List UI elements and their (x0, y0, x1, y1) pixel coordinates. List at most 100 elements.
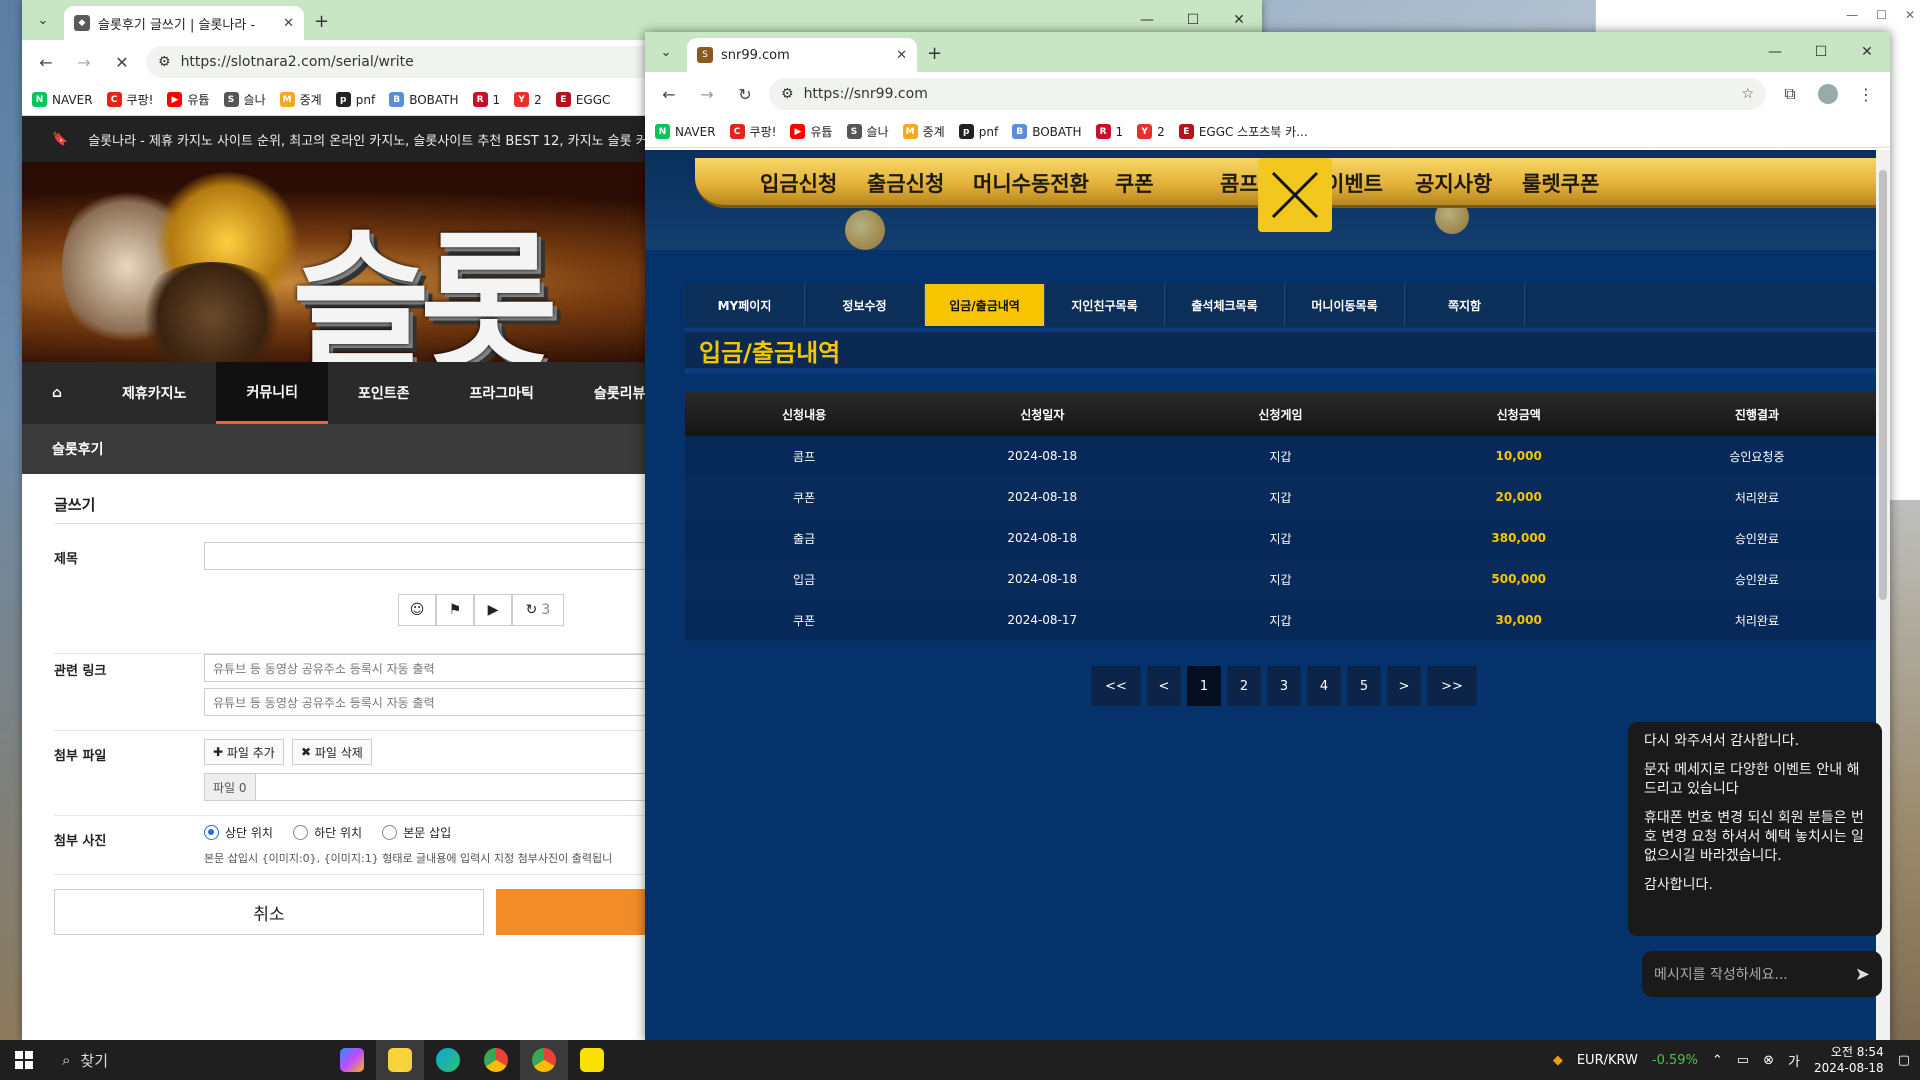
delete-file-button[interactable]: ✖ 파일 삭제 (292, 739, 372, 765)
bookmark-item[interactable]: p pnf (335, 92, 375, 107)
tab-search-button[interactable]: ⌄ (28, 6, 58, 34)
top-menu-item[interactable]: 룰렛쿠폰 (1522, 168, 1599, 198)
close-icon[interactable]: ✕ (1905, 8, 1915, 22)
page-next-button[interactable]: > (1387, 666, 1421, 706)
mypage-tab[interactable]: 입금/출금내역 (925, 284, 1045, 326)
add-file-button[interactable]: ✚ 파일 추가 (204, 739, 284, 765)
bookmark-item[interactable]: Y2 (1137, 124, 1165, 139)
new-tab-button[interactable]: + (927, 43, 942, 64)
bookmark-icon[interactable]: 🔖 (52, 132, 68, 147)
radio-top[interactable]: 상단 위치 (204, 824, 273, 841)
send-icon[interactable]: ➤ (1855, 964, 1870, 985)
minimize-icon[interactable]: — (1752, 32, 1798, 72)
cancel-button[interactable]: 취소 (54, 889, 484, 935)
menu-kebab-icon[interactable]: ⋮ (1852, 80, 1880, 108)
tab-close-icon[interactable]: ✕ (896, 48, 907, 63)
flag-icon[interactable]: ⚑ (436, 594, 474, 626)
tray-chevron-icon[interactable]: ⌃ (1712, 1053, 1723, 1068)
bookmark-item[interactable]: M 중계 (902, 123, 945, 140)
radio-inline[interactable]: 본문 삽입 (382, 824, 451, 841)
browser-tab-active[interactable]: ◆ 슬롯후기 글쓰기 | 슬롯나라 - ✕ (64, 6, 304, 40)
bookmark-item[interactable]: B BOBATH (389, 92, 459, 107)
bookmark-item[interactable]: R1 (1095, 124, 1123, 139)
ime-icon[interactable]: 가 (1788, 1051, 1800, 1070)
refresh-counter[interactable]: ↻ 3 (512, 594, 564, 626)
bookmark-item[interactable]: S 슬나 (846, 123, 889, 140)
copilot-app-icon[interactable] (328, 1040, 376, 1080)
close-icon[interactable]: ✕ (1844, 32, 1890, 72)
mypage-tab[interactable]: 쪽지함 (1405, 284, 1525, 326)
bookmark-item[interactable]: N NAVER (655, 124, 716, 139)
scrollbar-thumb[interactable] (1879, 170, 1887, 600)
tab-search-button[interactable]: ⌄ (651, 38, 681, 66)
nav-item-pragmatic[interactable]: 프라그마틱 (440, 362, 564, 424)
new-tab-button[interactable]: + (314, 11, 329, 32)
top-menu-item[interactable]: 공지사항 (1415, 168, 1492, 198)
page-number-button[interactable]: 4 (1307, 666, 1341, 706)
mypage-tab[interactable]: 머니이동목록 (1285, 284, 1405, 326)
mypage-tab[interactable]: 정보수정 (805, 284, 925, 326)
reload-icon[interactable]: ↻ (731, 80, 759, 108)
profile-avatar[interactable] (1814, 80, 1842, 108)
page-prev-button[interactable]: < (1147, 666, 1181, 706)
top-menu-item[interactable]: 쿠폰 (1115, 168, 1154, 198)
popup-close-button[interactable] (1258, 158, 1332, 232)
bookmark-item[interactable]: Y2 (514, 92, 542, 107)
chrome-app-icon[interactable] (472, 1040, 520, 1080)
bookmark-item[interactable]: N NAVER (32, 92, 93, 107)
stop-loading-icon[interactable]: ✕ (108, 48, 136, 76)
taskbar-search[interactable]: ⌕ 찾기 (48, 1040, 328, 1080)
page-number-button[interactable]: 5 (1347, 666, 1381, 706)
video-icon[interactable]: ▶ (474, 594, 512, 626)
home-icon[interactable]: ⌂ (22, 362, 92, 424)
top-menu-item[interactable]: 출금신청 (867, 168, 944, 198)
back-arrow-icon[interactable]: ← (655, 80, 683, 108)
top-menu-item[interactable]: 입금신청 (760, 168, 837, 198)
bookmark-item[interactable]: C 쿠팡! (106, 91, 153, 108)
sticky-notes-app-icon[interactable] (376, 1040, 424, 1080)
top-menu-item[interactable]: 이벤트 (1325, 168, 1383, 198)
currency-pair[interactable]: EUR/KRW (1577, 1053, 1638, 1068)
chrome-app-icon-2[interactable] (520, 1040, 568, 1080)
top-menu-item[interactable]: 머니수동전환 (973, 168, 1089, 198)
nav-item-community[interactable]: 커뮤니티 (216, 362, 328, 424)
mypage-tab[interactable]: MY페이지 (685, 284, 805, 326)
bookmark-item[interactable]: ▶ 유튭 (790, 123, 833, 140)
page-number-button[interactable]: 2 (1227, 666, 1261, 706)
site-info-icon[interactable]: ⚙ (158, 54, 171, 70)
forward-arrow-icon[interactable]: → (693, 80, 721, 108)
address-bar[interactable]: ⚙ https://snr99.com ☆ (769, 78, 1766, 110)
maximize-icon[interactable]: ☐ (1876, 8, 1887, 22)
back-arrow-icon[interactable]: ← (32, 48, 60, 76)
page-number-button[interactable]: 3 (1267, 666, 1301, 706)
volume-icon[interactable]: ⊗ (1763, 1053, 1774, 1068)
notification-icon[interactable]: ▢ (1898, 1053, 1910, 1068)
windows-start-button[interactable] (0, 1040, 48, 1080)
nav-item-point[interactable]: 포인트존 (328, 362, 440, 424)
bookmark-item[interactable]: M 중계 (279, 91, 322, 108)
minimize-icon[interactable]: — (1846, 8, 1858, 22)
extensions-icon[interactable]: ⧉ (1776, 80, 1804, 108)
bookmark-item[interactable]: E EGGC 스포츠북 카... (1178, 123, 1308, 140)
page-number-button[interactable]: 1 (1187, 666, 1221, 706)
bookmark-star-icon[interactable]: ☆ (1741, 86, 1754, 102)
tab-close-icon[interactable]: ✕ (283, 16, 294, 31)
maximize-icon[interactable]: ☐ (1798, 32, 1844, 72)
bookmark-item[interactable]: p pnf (958, 124, 998, 139)
bookmark-item[interactable]: B BOBATH (1012, 124, 1082, 139)
network-icon[interactable]: ▭ (1737, 1053, 1749, 1068)
chat-input-box[interactable]: 메시지를 작성하세요... ➤ (1642, 951, 1882, 997)
bookmark-item[interactable]: S 슬나 (223, 91, 266, 108)
forward-arrow-icon[interactable]: → (70, 48, 98, 76)
bookmark-item[interactable]: ▶ 유튭 (167, 91, 210, 108)
edge-app-icon[interactable] (424, 1040, 472, 1080)
mypage-tab[interactable]: 지인친구목록 (1045, 284, 1165, 326)
page-last-button[interactable]: >> (1427, 666, 1477, 706)
site-info-icon[interactable]: ⚙ (781, 86, 794, 102)
browser-tab-active[interactable]: S snr99.com ✕ (687, 38, 917, 72)
bookmark-item[interactable]: C 쿠팡! (729, 123, 776, 140)
mypage-tab[interactable]: 출석체크목록 (1165, 284, 1285, 326)
currency-widget-icon[interactable]: ◆ (1553, 1053, 1563, 1068)
bookmark-item[interactable]: E EGGC (555, 92, 610, 107)
page-first-button[interactable]: << (1091, 666, 1141, 706)
